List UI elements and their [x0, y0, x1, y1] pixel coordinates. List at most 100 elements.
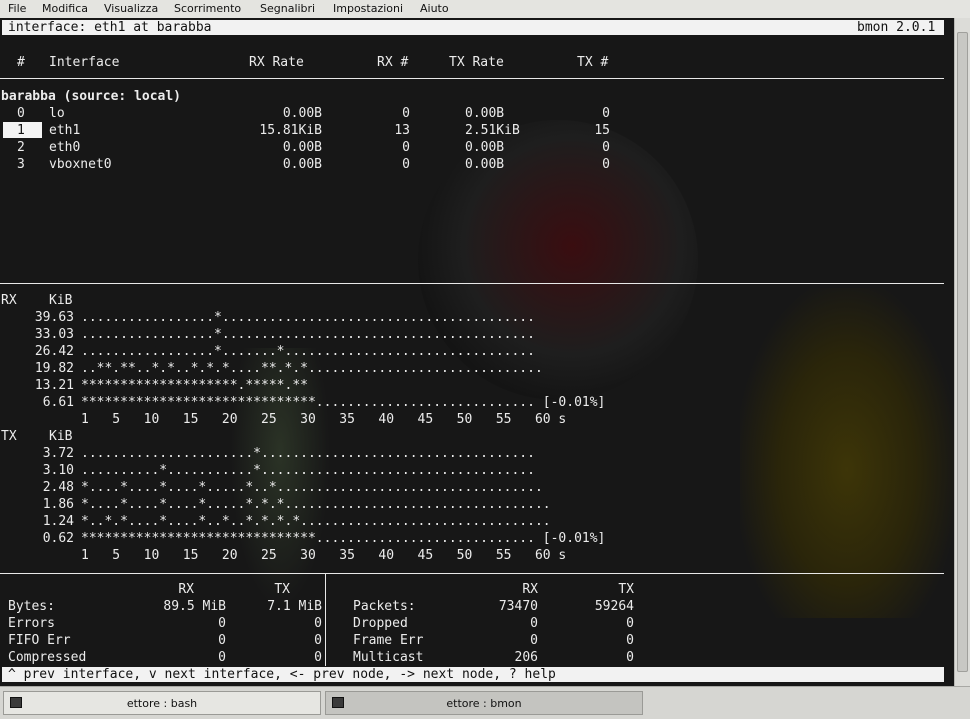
graph-plot-row: *....*....*....*.....*..*...............…: [81, 480, 543, 495]
taskbar: ettore : bash ettore : bmon: [0, 686, 970, 719]
graph-scale-value: 2.48: [42, 480, 74, 495]
stat-tx-value: 59264: [594, 599, 634, 614]
scrollbar[interactable]: [954, 18, 970, 686]
graph-scale-value: 3.72: [42, 446, 74, 461]
graph-plot-row: .................*......................…: [81, 310, 535, 325]
stat-tx-value: 0: [314, 650, 322, 665]
stats-rx-header: RX: [522, 582, 538, 597]
graph-plot-row: ..**.**..*.*..*.*.*....**.*.*...........…: [81, 361, 543, 376]
iface-tx-count: 0: [602, 106, 610, 121]
task-bash-label: ettore : bash: [126, 697, 198, 710]
stats-tx-header: TX: [618, 582, 634, 597]
wallpaper-gnu: [740, 288, 954, 618]
iface-rx-rate: 0.00B: [282, 140, 322, 155]
iface-tx-rate: 2.51KiB: [465, 123, 520, 138]
iface-index: 1: [17, 123, 25, 138]
rx-graph-unit: KiB: [49, 293, 73, 308]
tx-graph-label: TX: [1, 429, 17, 444]
iface-tx-count: 0: [602, 157, 610, 172]
rx-time-axis: 1 5 10 15 20 25 30 35 40 45 50 55 60 s: [81, 412, 567, 427]
node-name: barabba (source: local): [1, 89, 182, 104]
col-rx-rate-header: RX Rate: [249, 55, 304, 70]
tx-graph-unit: KiB: [49, 429, 73, 444]
graph-scale-value: 39.63: [34, 310, 74, 325]
iface-name: vboxnet0: [49, 157, 112, 172]
iface-rx-count: 0: [402, 140, 410, 155]
stat-rx-value: 73470: [498, 599, 538, 614]
rx-graph-label: RX: [1, 293, 17, 308]
graph-plot-row: ******************************..........…: [81, 531, 606, 546]
stat-rx-value: 0: [218, 616, 226, 631]
stat-tx-value: 0: [314, 633, 322, 648]
graph-scale-value: 1.86: [42, 497, 74, 512]
menu-impostazioni[interactable]: Impostazioni: [333, 2, 403, 15]
stat-label: FIFO Err: [8, 633, 71, 648]
iface-rx-rate: 0.00B: [282, 106, 322, 121]
stat-label: Frame Err: [353, 633, 424, 648]
stat-tx-value: 0: [626, 650, 634, 665]
stat-tx-value: 0: [626, 633, 634, 648]
col-tx-count-header: TX #: [577, 55, 609, 70]
stat-rx-value: 0: [218, 650, 226, 665]
graph-scale-value: 1.24: [42, 514, 74, 529]
iface-rx-rate: 15.81KiB: [259, 123, 322, 138]
stats-rx-header: RX: [178, 582, 194, 597]
stats-tx-header: TX: [274, 582, 290, 597]
graph-plot-row: ......................*.................…: [81, 446, 535, 461]
interface-title: interface: eth1 at barabba: [8, 20, 212, 35]
col-interface-header: Interface: [49, 55, 120, 70]
menu-file[interactable]: File: [8, 2, 26, 15]
stat-label: Multicast: [353, 650, 424, 665]
version-label: bmon 2.0.1: [857, 20, 936, 35]
col-tx-rate-header: TX Rate: [449, 55, 504, 70]
col-index-header: #: [17, 55, 25, 70]
graph-scale-value: 6.61: [42, 395, 74, 410]
iface-name: eth1: [49, 123, 81, 138]
graph-scale-value: 19.82: [34, 361, 74, 376]
menu-visualizza[interactable]: Visualizza: [104, 2, 158, 15]
iface-rx-rate: 0.00B: [282, 157, 322, 172]
stat-tx-value: 7.1 MiB: [267, 599, 322, 614]
task-bash[interactable]: ettore : bash: [3, 691, 321, 715]
menu-bar: File Modifica Visualizza Scorrimento Seg…: [0, 0, 970, 18]
menu-scorrimento[interactable]: Scorrimento: [174, 2, 241, 15]
stat-label: Dropped: [353, 616, 408, 631]
divider: [0, 78, 944, 79]
iface-index: 2: [17, 140, 25, 155]
divider: [0, 283, 944, 284]
graph-plot-row: ******************************..........…: [81, 395, 606, 410]
graph-scale-value: 3.10: [42, 463, 74, 478]
iface-tx-rate: 0.00B: [465, 140, 505, 155]
graph-plot-row: .................*.......*..............…: [81, 344, 535, 359]
stat-rx-value: 0: [530, 633, 538, 648]
iface-name: lo: [49, 106, 65, 121]
iface-rx-count: 0: [402, 157, 410, 172]
stat-tx-value: 0: [626, 616, 634, 631]
graph-plot-row: .................*......................…: [81, 327, 535, 342]
iface-tx-count: 0: [602, 140, 610, 155]
divider: [0, 573, 944, 574]
scrollbar-thumb[interactable]: [957, 32, 968, 672]
terminal-screen[interactable]: interface: eth1 at barabba bmon 2.0.1 # …: [0, 18, 954, 686]
iface-tx-rate: 0.00B: [465, 157, 505, 172]
iface-rx-count: 0: [402, 106, 410, 121]
stat-rx-value: 89.5 MiB: [163, 599, 226, 614]
iface-index: 0: [17, 106, 25, 121]
task-bmon[interactable]: ettore : bmon: [325, 691, 643, 715]
menu-aiuto[interactable]: Aiuto: [420, 2, 449, 15]
iface-tx-rate: 0.00B: [465, 106, 505, 121]
stat-label: Errors: [8, 616, 55, 631]
stats-divider: [325, 574, 326, 666]
graph-plot-row: *....*....*....*.....*.*.*..............…: [81, 497, 551, 512]
graph-plot-row: *..*.*....*....*..*..*.*.*.*............…: [81, 514, 551, 529]
graph-plot-row: ..........*...........*.................…: [81, 463, 535, 478]
stat-label: Bytes:: [8, 599, 55, 614]
tx-time-axis: 1 5 10 15 20 25 30 35 40 45 50 55 60 s: [81, 548, 567, 563]
stat-label: Packets:: [353, 599, 416, 614]
stat-label: Compressed: [8, 650, 87, 665]
stat-rx-value: 206: [514, 650, 538, 665]
stat-rx-value: 0: [218, 633, 226, 648]
menu-modifica[interactable]: Modifica: [42, 2, 88, 15]
menu-segnalibri[interactable]: Segnalibri: [260, 2, 315, 15]
iface-name: eth0: [49, 140, 81, 155]
